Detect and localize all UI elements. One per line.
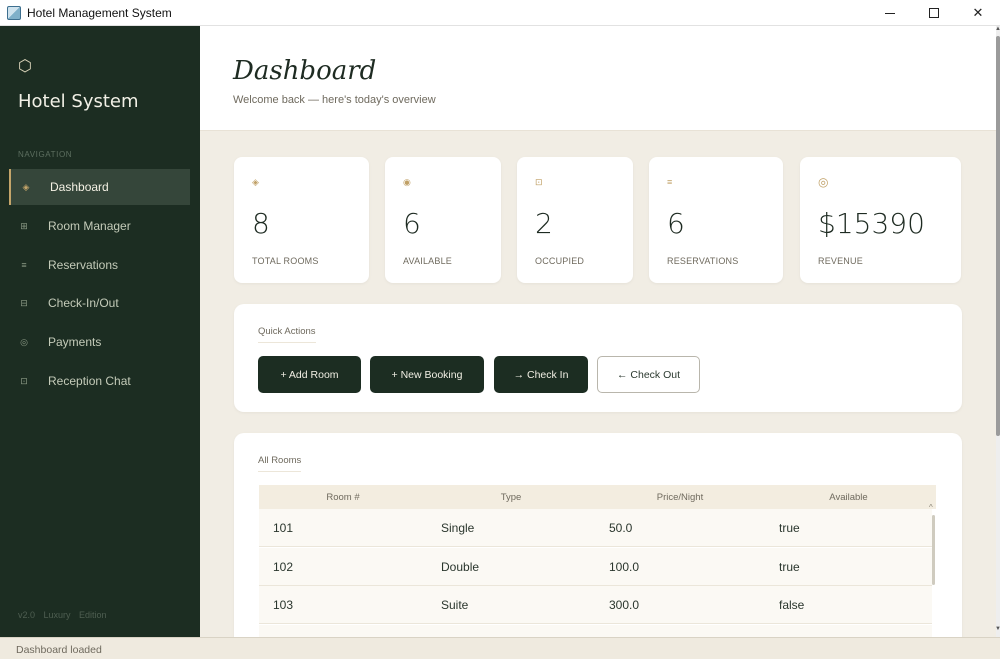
- table-row[interactable]: [259, 625, 932, 637]
- cell-available: true: [779, 559, 800, 574]
- brand-name: Hotel System: [18, 91, 139, 112]
- list-icon: ≡: [667, 177, 673, 187]
- sidebar-item-label: Check-In/Out: [48, 296, 119, 310]
- window-title: Hotel Management System: [27, 5, 172, 20]
- sidebar-item-label: Dashboard: [50, 180, 109, 194]
- sidebar-item-label: Reception Chat: [48, 374, 131, 388]
- stat-value: 8: [252, 207, 270, 240]
- sidebar-item-check-in-out[interactable]: ⊟ Check-In/Out: [9, 285, 190, 321]
- stat-card-reservations: ≡ 6 RESERVATIONS: [649, 157, 783, 283]
- page-title: Dashboard: [233, 56, 377, 86]
- page-subtitle: Welcome back — here's today's overview: [233, 94, 436, 106]
- cell-room-number: 102: [273, 559, 294, 574]
- cell-price: 300.0: [609, 597, 640, 612]
- sidebar-item-reception-chat[interactable]: ⊡ Reception Chat: [9, 363, 190, 399]
- page-header: Dashboard Welcome back — here's today's …: [200, 26, 996, 131]
- new-booking-button[interactable]: + New Booking: [370, 356, 484, 393]
- sidebar: ⬡ Hotel System NAVIGATION ◈ Dashboard ⊞ …: [0, 26, 200, 637]
- column-header-type[interactable]: Type: [427, 492, 595, 503]
- sidebar-item-room-manager[interactable]: ⊞ Room Manager: [9, 208, 190, 244]
- column-header-price[interactable]: Price/Night: [595, 492, 765, 503]
- sidebar-item-label: Reservations: [48, 258, 119, 272]
- stat-label: REVENUE: [818, 256, 863, 266]
- grid-icon: ⊞: [20, 220, 28, 231]
- diamond-icon: ◈: [252, 177, 259, 187]
- sidebar-item-label: Payments: [48, 335, 102, 349]
- cell-room-number: 101: [273, 520, 294, 535]
- table-row[interactable]: 103 Suite 300.0 false: [259, 586, 932, 624]
- column-header-room[interactable]: Room #: [259, 492, 427, 503]
- window-title-bar: Hotel Management System ✕: [0, 0, 1000, 26]
- coin-icon: ◎: [818, 175, 829, 189]
- scroll-thumb[interactable]: [932, 515, 935, 585]
- scroll-up-icon[interactable]: ^: [929, 503, 933, 512]
- sidebar-item-payments[interactable]: ◎ Payments: [9, 324, 190, 360]
- panel-title: Quick Actions: [258, 326, 316, 343]
- window-scrollbar[interactable]: ▲ ▼: [995, 26, 1000, 637]
- chat-icon: ⊡: [20, 375, 28, 386]
- status-bar: Dashboard loaded: [0, 637, 1000, 659]
- stat-label: TOTAL ROOMS: [252, 256, 319, 266]
- coin-icon: ◎: [20, 336, 28, 347]
- check-out-button[interactable]: ← Check Out: [597, 356, 700, 393]
- door-icon: ⊡: [535, 177, 543, 187]
- stat-card-available: ◉ 6 AVAILABLE: [385, 157, 501, 283]
- version-label: v2.0 Luxury Edition: [18, 610, 107, 620]
- dot-circle-icon: ◉: [403, 177, 411, 187]
- close-icon[interactable]: ✕: [956, 0, 1000, 26]
- cell-price: 100.0: [609, 559, 640, 574]
- cell-room-number: 103: [273, 597, 294, 612]
- all-rooms-panel: All Rooms Room # Type Price/Night Availa…: [234, 433, 962, 637]
- stat-value: $15390: [818, 207, 925, 240]
- stat-value: 2: [535, 207, 553, 240]
- table-header: Room # Type Price/Night Available: [259, 485, 936, 509]
- hexagon-logo-icon: ⬡: [18, 58, 32, 75]
- column-header-available[interactable]: Available: [765, 492, 932, 503]
- box-minus-icon: ⊟: [20, 297, 28, 308]
- scroll-down-icon[interactable]: ▼: [995, 626, 1000, 632]
- stat-card-total-rooms: ◈ 8 TOTAL ROOMS: [234, 157, 369, 283]
- stat-value: 6: [403, 207, 421, 240]
- scroll-up-icon[interactable]: ▲: [995, 26, 1000, 32]
- main-content: Dashboard Welcome back — here's today's …: [200, 26, 996, 637]
- status-text: Dashboard loaded: [16, 644, 102, 656]
- stat-card-occupied: ⊡ 2 OCCUPIED: [517, 157, 633, 283]
- nav-heading: NAVIGATION: [18, 150, 73, 159]
- cell-type: Suite: [441, 597, 469, 612]
- stat-label: AVAILABLE: [403, 256, 452, 266]
- stat-label: OCCUPIED: [535, 256, 585, 266]
- app-window-icon: [7, 5, 21, 20]
- cell-type: Double: [441, 559, 480, 574]
- stat-card-revenue: ◎ $15390 REVENUE: [800, 157, 961, 283]
- sidebar-item-label: Room Manager: [48, 219, 131, 233]
- cell-available: false: [779, 597, 805, 612]
- stat-label: RESERVATIONS: [667, 256, 739, 266]
- table-row[interactable]: 101 Single 50.0 true: [259, 509, 932, 547]
- cell-type: Single: [441, 520, 475, 535]
- check-in-button[interactable]: → Check In: [494, 356, 588, 393]
- table-row[interactable]: 102 Double 100.0 true: [259, 548, 932, 586]
- cell-price: 50.0: [609, 520, 633, 535]
- list-icon: ≡: [21, 260, 27, 270]
- scroll-thumb[interactable]: [996, 36, 1000, 436]
- sidebar-item-reservations[interactable]: ≡ Reservations: [9, 247, 190, 283]
- table-scrollbar[interactable]: ^: [929, 503, 936, 637]
- rooms-table: Room # Type Price/Night Available 101 Si…: [259, 485, 936, 637]
- maximize-icon[interactable]: [912, 0, 956, 26]
- quick-actions-panel: Quick Actions + Add Room + New Booking →…: [234, 304, 962, 412]
- cell-available: true: [779, 520, 800, 535]
- sidebar-item-dashboard[interactable]: ◈ Dashboard: [9, 169, 190, 205]
- minimize-icon[interactable]: [868, 0, 912, 26]
- add-room-button[interactable]: + Add Room: [258, 356, 361, 393]
- panel-title: All Rooms: [258, 455, 302, 472]
- stat-value: 6: [667, 207, 685, 240]
- window-controls: ✕: [868, 0, 1000, 26]
- diamond-icon: ◈: [22, 181, 30, 192]
